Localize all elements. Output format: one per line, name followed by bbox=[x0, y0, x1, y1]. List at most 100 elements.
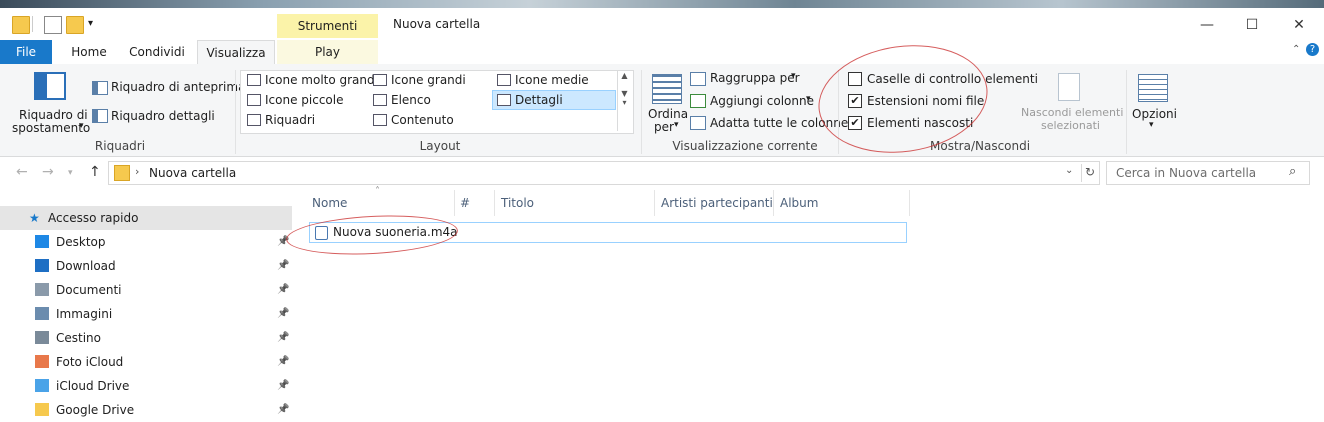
sort-ascending-icon: ˄ bbox=[375, 186, 380, 197]
chevron-down-icon[interactable]: ▾ bbox=[79, 121, 84, 131]
layout-content[interactable]: Contenuto bbox=[369, 111, 454, 129]
hide-selected-button-line1[interactable]: Nascondi elementi bbox=[1021, 106, 1123, 119]
divider bbox=[494, 190, 495, 216]
window-title: Nuova cartella bbox=[393, 17, 481, 31]
chevron-down-icon[interactable]: ⌄ bbox=[1065, 165, 1073, 176]
sidebar-item-label: Desktop bbox=[56, 235, 106, 249]
help-icon[interactable]: ? bbox=[1306, 43, 1319, 56]
sidebar-item[interactable]: Download 📌 bbox=[0, 254, 292, 278]
minimize-button[interactable]: — bbox=[1184, 14, 1230, 36]
refresh-icon[interactable]: ↻ bbox=[1085, 165, 1095, 179]
options-button[interactable]: Opzioni bbox=[1132, 107, 1177, 121]
pictures-icon bbox=[35, 307, 49, 320]
search-field[interactable]: Cerca in Nuova cartella ⌕ bbox=[1106, 161, 1310, 185]
pin-icon[interactable]: 📌 bbox=[277, 302, 289, 326]
preview-pane-icon bbox=[92, 81, 108, 95]
chevron-down-icon[interactable]: ▾ bbox=[674, 120, 679, 130]
sidebar-item-label: Accesso rapido bbox=[48, 211, 139, 225]
divider bbox=[641, 70, 642, 154]
navigation-pane-button-line1[interactable]: Riquadro di bbox=[19, 108, 88, 122]
details-pane-icon bbox=[92, 109, 108, 123]
column-header-artists[interactable]: Artisti partecipanti bbox=[661, 190, 773, 216]
chevron-down-icon[interactable]: ▾ bbox=[88, 16, 104, 32]
new-folder-icon[interactable] bbox=[66, 16, 84, 34]
tab-view[interactable]: Visualizza bbox=[197, 40, 275, 66]
tiles-icon bbox=[247, 114, 261, 126]
pin-icon[interactable]: 📌 bbox=[277, 398, 289, 422]
layout-tiles[interactable]: Riquadri bbox=[243, 111, 315, 129]
column-header-number[interactable]: # bbox=[460, 190, 470, 216]
sidebar-item[interactable]: Cestino 📌 bbox=[0, 326, 292, 350]
sort-by-button-line2[interactable]: per bbox=[654, 120, 674, 134]
breadcrumb-chevron-icon[interactable]: › bbox=[135, 165, 139, 178]
back-arrow-icon[interactable]: ← bbox=[16, 164, 28, 180]
star-icon: ★ bbox=[29, 211, 40, 225]
tab-play[interactable]: Play bbox=[277, 40, 378, 64]
layout-medium-icons[interactable]: Icone medie bbox=[493, 71, 589, 89]
layout-extra-large-icons[interactable]: Icone molto grandi bbox=[243, 71, 378, 89]
small-icons-icon bbox=[247, 94, 261, 106]
pin-icon[interactable]: 📌 bbox=[277, 374, 289, 398]
hide-selected-button-line2[interactable]: selezionati bbox=[1041, 119, 1100, 132]
pin-icon[interactable]: 📌 bbox=[277, 254, 289, 278]
preview-pane-button[interactable]: Riquadro di anteprima bbox=[111, 80, 245, 94]
sidebar-item-label: Download bbox=[56, 259, 116, 273]
navigation-pane-icon[interactable] bbox=[34, 72, 66, 100]
sidebar-item[interactable]: ★ Accesso rapido bbox=[0, 206, 292, 230]
sidebar-item[interactable]: iCloud Drive 📌 bbox=[0, 374, 292, 398]
sidebar-item-label: Documenti bbox=[56, 283, 122, 297]
pin-icon[interactable]: 📌 bbox=[277, 350, 289, 374]
address-field[interactable]: › Nuova cartella ⌄ ↻ bbox=[108, 161, 1100, 185]
chevron-down-icon[interactable]: ▾ bbox=[791, 71, 796, 81]
layout-gallery-scroller[interactable]: ▲ ▼ ▾ bbox=[617, 71, 631, 131]
icloud-drive-icon bbox=[35, 379, 49, 392]
search-icon[interactable]: ⌕ bbox=[1289, 164, 1296, 179]
chevron-up-icon[interactable]: ⌃ bbox=[1292, 44, 1300, 55]
add-columns-icon bbox=[690, 94, 706, 108]
details-pane-button[interactable]: Riquadro dettagli bbox=[111, 109, 215, 123]
options-icon bbox=[1138, 74, 1168, 102]
properties-icon[interactable] bbox=[44, 16, 62, 34]
ribbon-tabs: File Home Condividi Visualizza Play ⌃ ? bbox=[0, 40, 1324, 66]
recent-locations-chevron-icon[interactable]: ▾ bbox=[68, 168, 73, 178]
sidebar-item[interactable]: Desktop 📌 bbox=[0, 230, 292, 254]
chevron-down-icon[interactable]: ▾ bbox=[806, 94, 811, 104]
column-header-name[interactable]: Nome bbox=[312, 190, 347, 216]
sidebar-item[interactable]: Foto iCloud 📌 bbox=[0, 350, 292, 374]
tab-file[interactable]: File bbox=[0, 40, 52, 64]
sidebar-item[interactable]: Documenti 📌 bbox=[0, 278, 292, 302]
column-header-title[interactable]: Titolo bbox=[501, 190, 534, 216]
list-icon bbox=[373, 94, 387, 106]
folder-icon bbox=[35, 403, 49, 416]
maximize-button[interactable]: ☐ bbox=[1229, 14, 1275, 36]
pin-icon[interactable]: 📌 bbox=[277, 326, 289, 350]
search-input[interactable]: Cerca in Nuova cartella bbox=[1116, 166, 1256, 180]
close-button[interactable]: ✕ bbox=[1276, 14, 1322, 36]
hide-selected-icon bbox=[1058, 73, 1080, 101]
layout-details[interactable]: Dettagli bbox=[492, 90, 616, 110]
chevron-down-icon[interactable]: ▾ bbox=[1149, 120, 1154, 130]
pin-icon[interactable]: 📌 bbox=[277, 278, 289, 302]
details-icon bbox=[497, 94, 511, 106]
tab-home[interactable]: Home bbox=[62, 40, 116, 64]
sidebar-item-label: iCloud Drive bbox=[56, 379, 130, 393]
up-arrow-icon[interactable]: ↑ bbox=[89, 164, 101, 180]
layout-list[interactable]: Elenco bbox=[369, 91, 431, 109]
ribbon-panel: Riquadro di spostamento ▾ Riquadro di an… bbox=[0, 34, 1324, 164]
folder-icon[interactable] bbox=[12, 16, 30, 34]
divider bbox=[235, 70, 236, 154]
forward-arrow-icon[interactable]: → bbox=[42, 164, 54, 180]
group-by-button[interactable]: Raggruppa per bbox=[710, 71, 800, 85]
divider bbox=[1081, 164, 1082, 182]
tab-share[interactable]: Condividi bbox=[122, 40, 192, 64]
sidebar-item[interactable]: Immagini 📌 bbox=[0, 302, 292, 326]
layout-large-icons[interactable]: Icone grandi bbox=[369, 71, 466, 89]
column-header-album[interactable]: Album bbox=[780, 190, 818, 216]
divider bbox=[654, 190, 655, 216]
sort-by-button-line1[interactable]: Ordina bbox=[648, 107, 688, 121]
breadcrumb-current[interactable]: Nuova cartella bbox=[149, 166, 236, 180]
sidebar-item[interactable]: Google Drive 📌 bbox=[0, 398, 292, 422]
sidebar-item-label: Immagini bbox=[56, 307, 113, 321]
layout-small-icons[interactable]: Icone piccole bbox=[243, 91, 344, 109]
add-columns-button[interactable]: Aggiungi colonne bbox=[710, 94, 814, 108]
